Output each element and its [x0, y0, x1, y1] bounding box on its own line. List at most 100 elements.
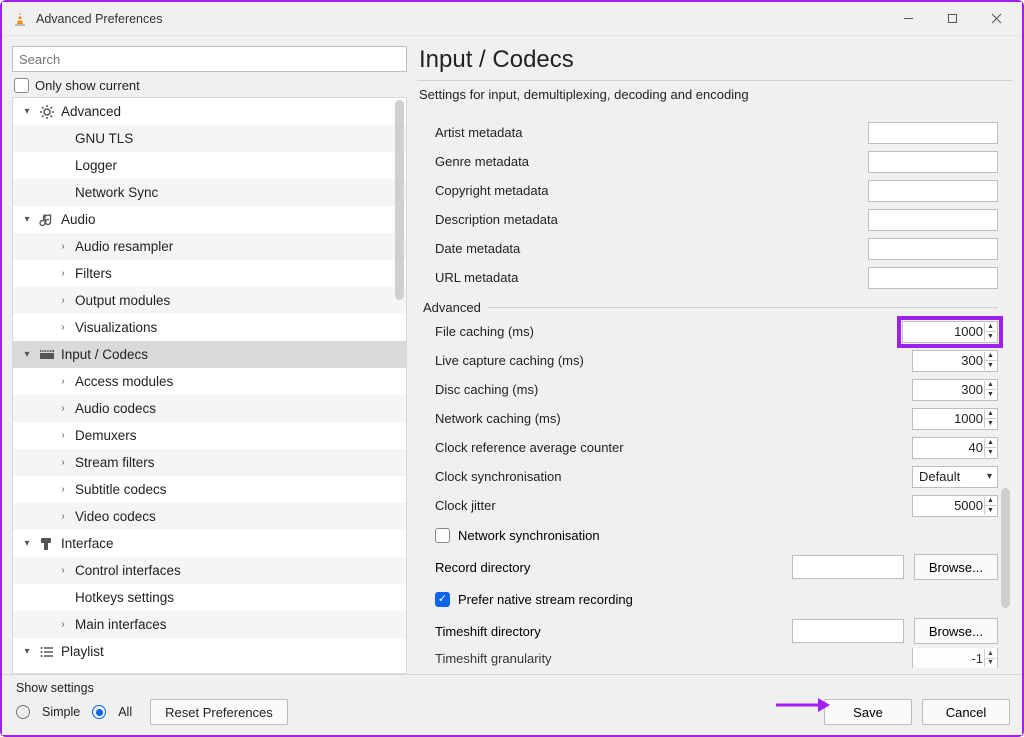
- clock-sync-label: Clock synchronisation: [435, 469, 912, 484]
- tree-item-label: Input / Codecs: [61, 347, 148, 362]
- tree-item-label: Logger: [75, 158, 117, 173]
- tree-item-label: Demuxers: [75, 428, 137, 443]
- search-input[interactable]: [12, 46, 407, 72]
- window-title: Advanced Preferences: [36, 12, 886, 26]
- save-button[interactable]: Save: [824, 699, 912, 725]
- chevron-down-icon: ▾: [21, 349, 33, 360]
- tree-item[interactable]: ›Audio codecs: [13, 395, 406, 422]
- chevron-right-icon: ›: [57, 295, 69, 306]
- metadata-input[interactable]: [868, 180, 998, 202]
- setting-spinner[interactable]: 300▲▼: [912, 379, 998, 401]
- metadata-input[interactable]: [868, 122, 998, 144]
- tree-category[interactable]: ▾Playlist: [13, 638, 406, 665]
- tree-item-label: Stream filters: [75, 455, 155, 470]
- only-show-current-checkbox[interactable]: [14, 78, 29, 93]
- tree-item[interactable]: › Main interfaces: [13, 611, 406, 638]
- gear-icon: [39, 104, 55, 120]
- prefer-native-label: Prefer native stream recording: [458, 592, 633, 607]
- prefer-native-checkbox[interactable]: [435, 592, 450, 607]
- reset-preferences-button[interactable]: Reset Preferences: [150, 699, 288, 725]
- preferences-tree[interactable]: ▾AdvancedGNU TLSLoggerNetwork Sync▾Audio…: [13, 98, 406, 673]
- setting-label: File caching (ms): [435, 324, 902, 339]
- tree-item[interactable]: › Access modules: [13, 368, 406, 395]
- tree-item[interactable]: ›Demuxers: [13, 422, 406, 449]
- tree-item[interactable]: Hotkeys settings: [13, 584, 406, 611]
- tree-item-label: Access modules: [75, 374, 173, 389]
- setting-spinner[interactable]: 300▲▼: [912, 350, 998, 372]
- chevron-right-icon: ›: [57, 619, 69, 630]
- record-dir-input[interactable]: [792, 555, 904, 579]
- chevron-right-icon: ›: [57, 268, 69, 279]
- clock-sync-combo[interactable]: Default: [912, 466, 998, 488]
- tree-scrollbar[interactable]: [395, 100, 404, 300]
- tree-category[interactable]: ▾ Input / Codecs: [13, 341, 406, 368]
- show-settings-all-radio[interactable]: [92, 705, 106, 719]
- metadata-label: Description metadata: [435, 212, 868, 227]
- setting-spinner[interactable]: 1000▲▼: [902, 321, 998, 343]
- titlebar: Advanced Preferences: [2, 2, 1022, 36]
- tree-item-label: Subtitle codecs: [75, 482, 167, 497]
- tree-item[interactable]: ›Video codecs: [13, 503, 406, 530]
- tree-item-label: Playlist: [61, 644, 104, 659]
- vlc-cone-icon: [12, 11, 28, 27]
- chevron-right-icon: ›: [57, 241, 69, 252]
- maximize-button[interactable]: [930, 5, 974, 33]
- tree-category[interactable]: ▾Interface: [13, 530, 406, 557]
- close-button[interactable]: [974, 5, 1018, 33]
- tree-item[interactable]: Logger: [13, 152, 406, 179]
- minimize-button[interactable]: [886, 5, 930, 33]
- page-title: Input / Codecs: [419, 46, 1012, 74]
- settings-panel: Artist metadataGenre metadataCopyright m…: [417, 108, 1012, 674]
- record-dir-label: Record directory: [435, 560, 782, 575]
- show-settings-simple-radio[interactable]: [16, 705, 30, 719]
- chevron-down-icon: ▾: [21, 106, 33, 117]
- metadata-input[interactable]: [868, 267, 998, 289]
- tree-item-label: Audio: [61, 212, 96, 227]
- setting-spinner[interactable]: 40▲▼: [912, 437, 998, 459]
- codec-icon: [39, 347, 55, 363]
- group-advanced-label: Advanced: [423, 300, 481, 315]
- tree-item-label: Network Sync: [75, 185, 158, 200]
- timeshift-dir-browse-button[interactable]: Browse...: [914, 618, 998, 644]
- tree-category[interactable]: ▾Audio: [13, 206, 406, 233]
- tree-item[interactable]: › Filters: [13, 260, 406, 287]
- metadata-input[interactable]: [868, 151, 998, 173]
- chevron-right-icon: ›: [57, 457, 69, 468]
- cutoff-row: [435, 108, 998, 118]
- brush-icon: [39, 536, 55, 552]
- record-dir-browse-button[interactable]: Browse...: [914, 554, 998, 580]
- metadata-input[interactable]: [868, 209, 998, 231]
- tree-item[interactable]: ›Control interfaces: [13, 557, 406, 584]
- show-settings-label: Show settings: [16, 681, 288, 695]
- tree-item[interactable]: Network Sync: [13, 179, 406, 206]
- metadata-label: Artist metadata: [435, 125, 868, 140]
- timeshift-gran-spinner[interactable]: -1▲▼: [912, 648, 998, 668]
- group-advanced: Advanced: [423, 300, 998, 315]
- only-show-current-label: Only show current: [35, 78, 140, 93]
- tree-item[interactable]: GNU TLS: [13, 125, 406, 152]
- tree-item-label: Visualizations: [75, 320, 157, 335]
- tree-item[interactable]: › Visualizations: [13, 314, 406, 341]
- tree-item-label: Filters: [75, 266, 112, 281]
- setting-spinner[interactable]: 1000▲▼: [912, 408, 998, 430]
- tree-item[interactable]: ›Output modules: [13, 287, 406, 314]
- settings-scrollbar[interactable]: [1001, 488, 1010, 608]
- tree-item[interactable]: › Subtitle codecs: [13, 476, 406, 503]
- page-subtitle: Settings for input, demultiplexing, deco…: [419, 87, 1012, 102]
- chevron-right-icon: ›: [57, 376, 69, 387]
- tree-item-label: Main interfaces: [75, 617, 167, 632]
- tree-item-label: GNU TLS: [75, 131, 133, 146]
- metadata-input[interactable]: [868, 238, 998, 260]
- annotation-arrow-icon: [774, 694, 830, 721]
- tree-category[interactable]: ▾Advanced: [13, 98, 406, 125]
- timeshift-gran-label: Timeshift granularity: [435, 651, 912, 666]
- tree-item[interactable]: ›Audio resampler: [13, 233, 406, 260]
- chevron-right-icon: ›: [57, 322, 69, 333]
- timeshift-dir-input[interactable]: [792, 619, 904, 643]
- cancel-button[interactable]: Cancel: [922, 699, 1010, 725]
- network-sync-checkbox[interactable]: [435, 528, 450, 543]
- chevron-right-icon: ›: [57, 484, 69, 495]
- metadata-label: Genre metadata: [435, 154, 868, 169]
- tree-item[interactable]: › Stream filters: [13, 449, 406, 476]
- clock-jitter-spinner[interactable]: 5000▲▼: [912, 495, 998, 517]
